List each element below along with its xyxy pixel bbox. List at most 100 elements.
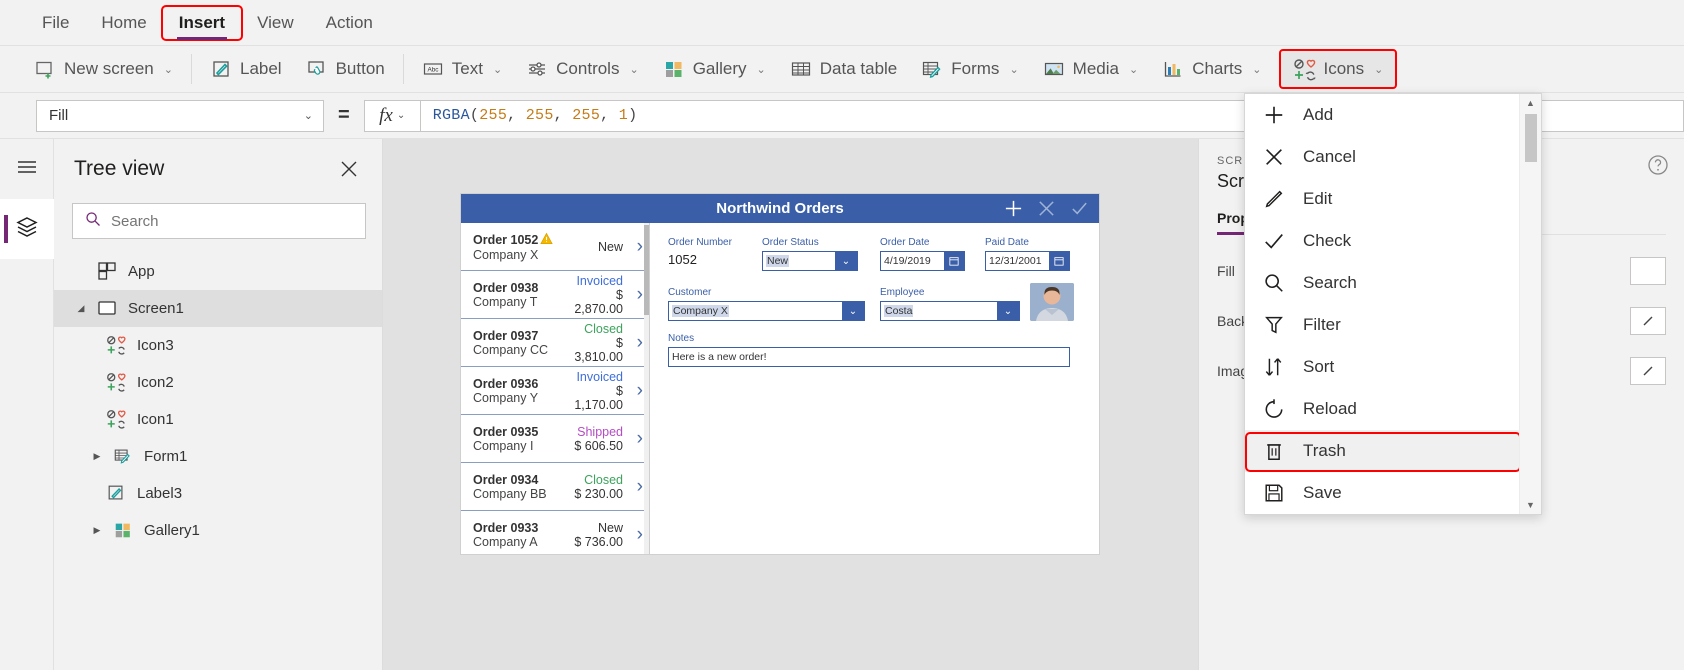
menu-item-label: Insert [178,12,226,32]
check-icon[interactable] [1070,199,1089,218]
dropdown-scrollbar[interactable]: ▲ ▼ [1519,94,1541,514]
cancel-icon[interactable] [1037,199,1056,218]
tree-node-label: Icon1 [137,411,174,428]
tree-node-label: Gallery1 [144,522,200,539]
order-row[interactable]: Order 0933 Company A New $ 736.00 › [461,511,649,554]
tree-node-icon3[interactable]: Icon3 [54,327,382,364]
menu-item-view[interactable]: View [241,7,310,39]
icons-menu-item-cancel[interactable]: Cancel [1245,136,1519,178]
tree-node-gallery1[interactable]: ▶ Gallery1 [54,512,382,549]
property-value-picker[interactable] [1630,357,1666,385]
order-row[interactable]: Order 1052 Company X New › [461,223,649,271]
tree-node-icon1[interactable]: Icon1 [54,401,382,438]
data-table-icon [790,58,812,80]
gallery-scrollbar[interactable] [644,223,649,554]
field-order-date: Order Date 4/19/2019 [880,237,985,271]
paid-date-input[interactable]: 12/31/2001 [985,251,1070,271]
employee-dropdown[interactable]: Costa ⌄ [880,301,1020,321]
icons-menu-item-save[interactable]: Save [1245,472,1519,514]
tree-node-label3[interactable]: Label3 [54,475,382,512]
chevron-down-icon[interactable]: ⌄ [997,302,1019,320]
cancel-x-icon [1263,146,1285,168]
customer-dropdown[interactable]: Company X ⌄ [668,301,865,321]
ribbon-label-text: Data table [819,59,898,78]
chevron-right-icon[interactable]: › [627,428,643,450]
order-date-input[interactable]: 4/19/2019 [880,251,965,271]
field-paid-date: Paid Date 12/31/2001 [985,237,1085,271]
chevron-down-icon[interactable]: ⌄ [835,252,857,270]
tree-node-screen1[interactable]: ◢ Screen1 [54,290,382,327]
menu-item-label: Action [325,12,373,32]
property-value-swatch[interactable] [1630,257,1666,285]
icons-menu-item-edit[interactable]: Edit [1245,178,1519,220]
ribbon-icons[interactable]: Icons ⌄ [1279,49,1398,89]
icons-menu-item-trash[interactable]: Trash [1245,430,1519,472]
chevron-down-icon[interactable]: ◢ [74,303,88,314]
order-row-left: Order 1052 Company X [473,232,565,262]
orders-gallery[interactable]: Order 1052 Company X New › Order 0938 Co… [461,223,650,554]
fx-label: fx [379,104,393,126]
order-row[interactable]: Order 0937 Company CC Closed $ 3,810.00 … [461,319,649,367]
chevron-right-icon[interactable]: ▶ [90,525,104,536]
chevron-right-icon[interactable]: ▶ [90,451,104,462]
ribbon-controls[interactable]: Controls ⌄ [514,51,651,87]
app-preview: Northwind Orders Order 1052 Company X Ne… [461,194,1099,554]
close-icon[interactable] [338,158,360,180]
order-row[interactable]: Order 0935 Company I Shipped $ 606.50 › [461,415,649,463]
formula-arg-g: 255 [525,107,554,124]
fx-button[interactable]: fx ⌄ [363,99,420,132]
scroll-thumb[interactable] [644,225,649,315]
notes-input[interactable]: Here is a new order! [668,347,1070,367]
icons-menu-item-search[interactable]: Search [1245,262,1519,304]
order-row[interactable]: Order 0938 Company T Invoiced $ 2,870.00… [461,271,649,319]
order-status-dropdown[interactable]: New ⌄ [762,251,858,271]
tree-node-icon2[interactable]: Icon2 [54,364,382,401]
chevron-right-icon[interactable]: › [627,284,643,306]
ribbon-data-table[interactable]: Data table [778,51,910,87]
chevron-right-icon[interactable]: › [627,332,643,354]
property-value-picker[interactable] [1630,307,1666,335]
chevron-right-icon[interactable]: › [627,476,643,498]
calendar-icon[interactable] [1049,252,1069,270]
search-box[interactable] [72,203,366,239]
menu-item-action[interactable]: Action [310,7,389,39]
ribbon-media[interactable]: Media ⌄ [1031,51,1151,87]
tree-view-rail-button[interactable] [0,199,54,259]
menu-item-insert[interactable]: Insert [160,4,244,41]
tree-node-app[interactable]: ▶ App [54,253,382,290]
ribbon-charts[interactable]: Charts ⌄ [1150,51,1273,87]
ribbon-button[interactable]: Button [294,51,397,87]
menu-item-home[interactable]: Home [85,7,162,39]
icons-menu-item-filter[interactable]: Filter [1245,304,1519,346]
help-question-icon[interactable] [1646,153,1670,177]
hamburger-menu-button[interactable] [0,139,54,199]
property-selector[interactable]: Fill ⌄ [36,99,324,132]
field-value: Costa [884,305,914,317]
order-row[interactable]: Order 0936 Company Y Invoiced $ 1,170.00… [461,367,649,415]
menu-item-file[interactable]: File [26,7,85,39]
scroll-up-arrow[interactable]: ▲ [1520,94,1541,112]
add-icon[interactable] [1004,199,1023,218]
chevron-right-icon[interactable]: › [627,380,643,402]
chevron-right-icon[interactable]: › [627,524,643,546]
chevron-down-icon[interactable]: ⌄ [842,302,864,320]
ribbon-forms[interactable]: Forms ⌄ [909,51,1030,87]
icons-menu-item-label: Save [1303,483,1342,502]
chevron-right-icon[interactable]: › [627,236,643,258]
icons-menu-item-sort[interactable]: Sort [1245,346,1519,388]
icons-menu-item-reload[interactable]: Reload [1245,388,1519,430]
ribbon-text[interactable]: Abc Text ⌄ [410,51,514,87]
scroll-down-arrow[interactable]: ▼ [1520,496,1541,514]
calendar-icon[interactable] [944,252,964,270]
menu-bar: File Home Insert View Action [0,0,1684,45]
icons-menu-item-add[interactable]: Add [1245,94,1519,136]
search-input[interactable] [111,212,353,230]
icons-menu-item-check[interactable]: Check [1245,220,1519,262]
ribbon-gallery[interactable]: Gallery ⌄ [651,51,778,87]
tree-node-form1[interactable]: ▶ Form1 [54,438,382,475]
order-row[interactable]: Order 0934 Company BB Closed $ 230.00 › [461,463,649,511]
order-company: Company A [473,534,538,549]
ribbon-new-screen[interactable]: New screen ⌄ [22,51,185,87]
ribbon-label[interactable]: Label [198,51,294,87]
scroll-thumb[interactable] [1525,114,1537,162]
